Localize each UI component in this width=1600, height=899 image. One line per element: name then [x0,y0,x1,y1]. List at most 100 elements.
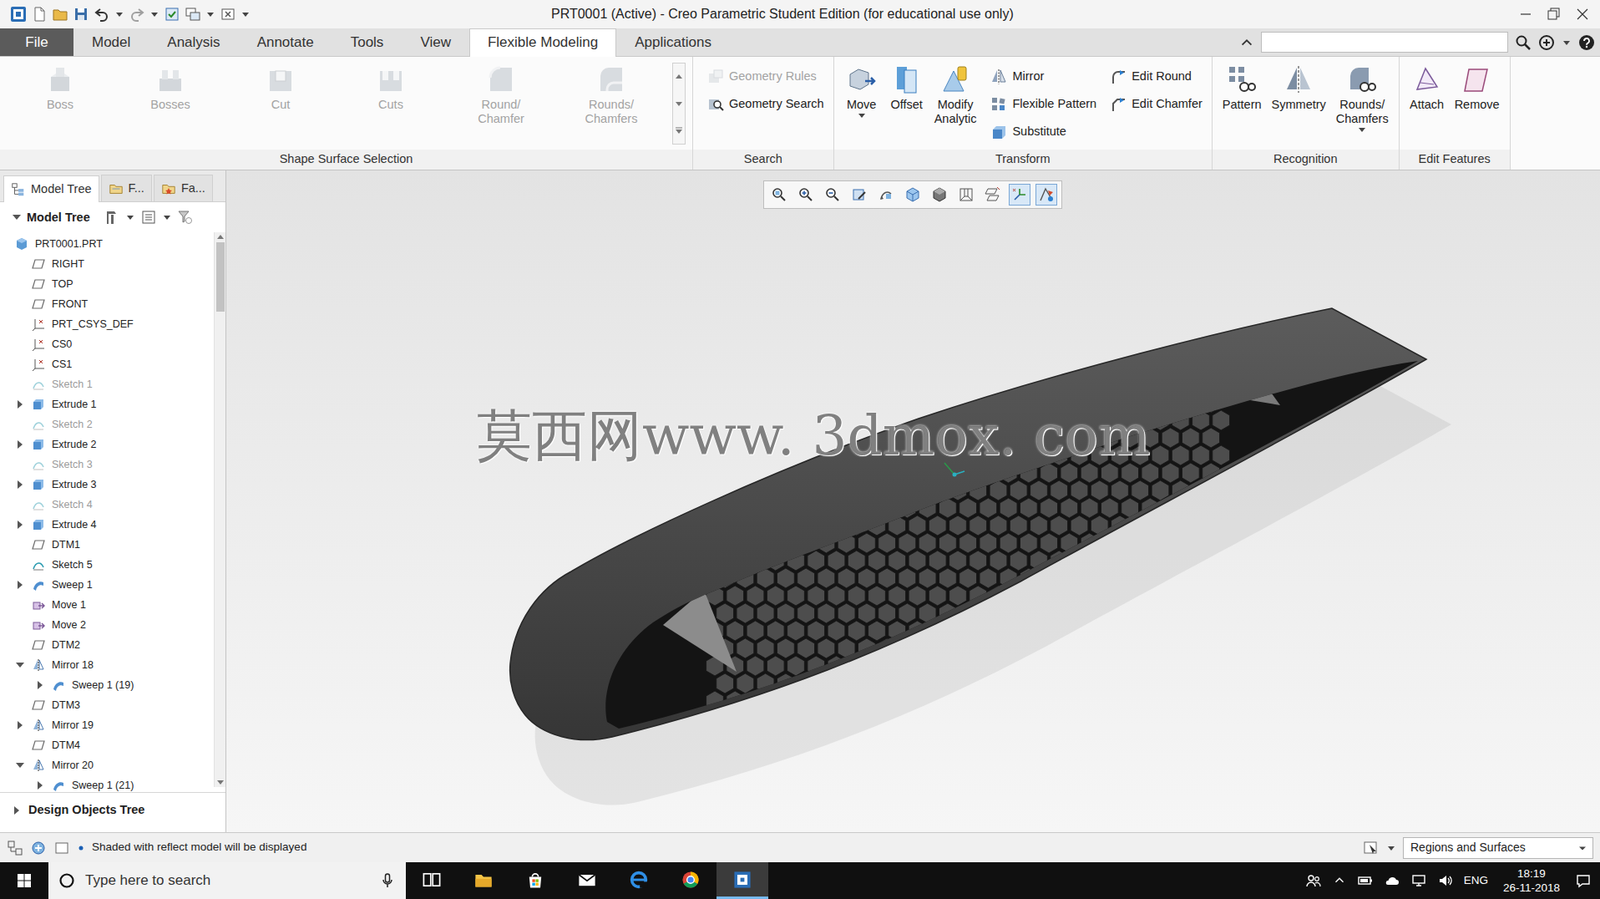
ribbon-button[interactable]: Substitute [987,119,1099,144]
expander-icon[interactable] [15,439,26,450]
tree-item[interactable]: CS0 [0,334,214,355]
notifications-icon[interactable] [1574,871,1592,889]
ribbon-button[interactable]: Rounds/ Chamfers [1332,62,1393,137]
expander-icon[interactable] [35,679,46,690]
ribbon-tab[interactable]: Model [73,28,149,56]
scroll-up-icon[interactable] [673,63,685,91]
new-file-icon[interactable] [30,5,48,23]
view-tool-button[interactable] [928,183,951,206]
selection-filter[interactable]: Regions and Surfaces [1402,836,1594,859]
windows-icon[interactable] [184,5,202,23]
minimize-icon[interactable] [1511,0,1540,28]
app-icon[interactable] [10,5,27,23]
caret-icon[interactable] [125,208,136,226]
taskbar-app[interactable] [509,861,562,899]
full-screen-icon[interactable] [53,839,71,856]
caret-icon[interactable] [240,5,251,23]
caret-icon[interactable] [1386,839,1397,856]
caret-icon[interactable] [205,5,216,23]
tree-item[interactable]: Extrude 2 [0,434,214,455]
ribbon-button[interactable]: Remove [1451,62,1504,114]
ribbon-button[interactable]: Modify Analytic [931,62,981,128]
clock[interactable]: 18:1926-11-2018 [1498,865,1565,895]
open-folder-icon[interactable] [51,5,69,23]
taskbar-app[interactable] [716,861,769,899]
scroll-down-icon[interactable] [673,90,685,117]
start-icon[interactable] [0,861,49,899]
taskbar-search-input[interactable] [83,870,371,890]
scroll-up-icon[interactable] [214,232,226,243]
ribbon-tab[interactable]: View [401,28,470,56]
expander-icon[interactable] [15,399,26,410]
graphics-window[interactable]: 莫西网www. 3dmox. com [226,170,1600,832]
view-tool-button[interactable] [1008,183,1031,206]
tree-item[interactable]: Sweep 1 (21) [0,774,214,792]
tree-item[interactable]: PRT_CSYS_DEF [0,313,214,335]
tree-item[interactable]: DTM3 [0,694,214,715]
tree-item[interactable]: Sketch 3 [0,454,214,475]
caret-icon[interactable] [114,5,125,23]
taskbar-app[interactable] [457,861,510,899]
ribbon-tab[interactable]: Annotate [238,28,333,56]
onedrive-icon[interactable] [1383,871,1401,889]
ribbon-tab[interactable]: Analysis [148,28,238,56]
tree-item[interactable]: FRONT [0,293,214,314]
taskbar-app[interactable] [561,861,613,899]
view-tool-button[interactable] [982,183,1004,206]
ribbon-button[interactable]: Symmetry [1268,62,1330,114]
ribbon-button[interactable]: Edit Round [1107,64,1206,89]
taskbar-app[interactable] [405,861,458,899]
tree-item[interactable]: Sketch 5 [0,554,214,575]
search-icon[interactable] [1514,34,1532,51]
tree-item[interactable]: Move 2 [0,614,214,635]
navigator-icon[interactable] [30,839,47,856]
view-tool-button[interactable] [794,183,817,206]
collapse-ribbon-icon[interactable] [1239,35,1255,51]
tree-columns-icon[interactable] [140,208,157,226]
ribbon-button[interactable]: Move [840,62,883,122]
tree-item[interactable]: DTM2 [0,634,214,655]
ribbon-tab[interactable]: Tools [332,28,403,56]
people-icon[interactable] [1305,871,1322,889]
help-icon[interactable] [1578,34,1595,51]
tree-item[interactable]: TOP [0,273,214,294]
ribbon-tab[interactable]: Applications [616,28,730,56]
tree-item[interactable]: Sweep 1 (19) [0,674,214,695]
undo-icon[interactable] [93,5,111,23]
part-model[interactable] [226,170,1600,832]
tree-item[interactable]: Move 1 [0,594,214,615]
tree-item[interactable]: Extrude 3 [0,474,214,495]
dropdown-caret-icon[interactable] [856,111,867,121]
tree-item[interactable]: CS1 [0,354,214,375]
expander-icon[interactable] [15,519,26,530]
tree-item[interactable]: DTM4 [0,734,214,755]
command-search-field[interactable] [1260,31,1509,53]
tree-item[interactable]: Mirror 20 [0,754,214,775]
ribbon-button[interactable]: Geometry Search [704,91,827,117]
show-hidden-icon[interactable] [1331,872,1347,888]
tree-item[interactable]: RIGHT [0,253,214,274]
scroll-thumb[interactable] [216,242,225,312]
design-objects-tree[interactable]: Design Objects Tree [0,791,226,827]
ribbon-button[interactable]: Attach [1406,62,1449,114]
file-menu[interactable]: File [0,28,74,56]
scroll-down-icon[interactable] [214,776,226,787]
settings-icon[interactable] [103,208,121,226]
regenerate-icon[interactable] [163,5,181,23]
close-window-icon[interactable] [219,5,237,23]
microphone-icon[interactable] [379,871,396,889]
collapse-icon[interactable] [11,212,22,223]
ribbon-button[interactable]: Flexible Pattern [987,91,1099,117]
view-tool-button[interactable] [848,183,871,206]
view-tool-button[interactable] [955,183,978,206]
expander-icon[interactable] [15,759,26,770]
tree-item[interactable]: PRT0001.PRT [0,233,214,254]
network-icon[interactable] [1410,871,1428,889]
expander-icon[interactable] [15,719,26,730]
input-language[interactable]: ENG [1463,873,1489,887]
taskbar-app[interactable] [664,861,717,899]
tree-item[interactable]: Extrude 1 [0,394,214,415]
filter-icon[interactable] [177,208,194,226]
expander-icon[interactable] [35,779,46,790]
ribbon-button[interactable]: Mirror [987,64,1099,89]
